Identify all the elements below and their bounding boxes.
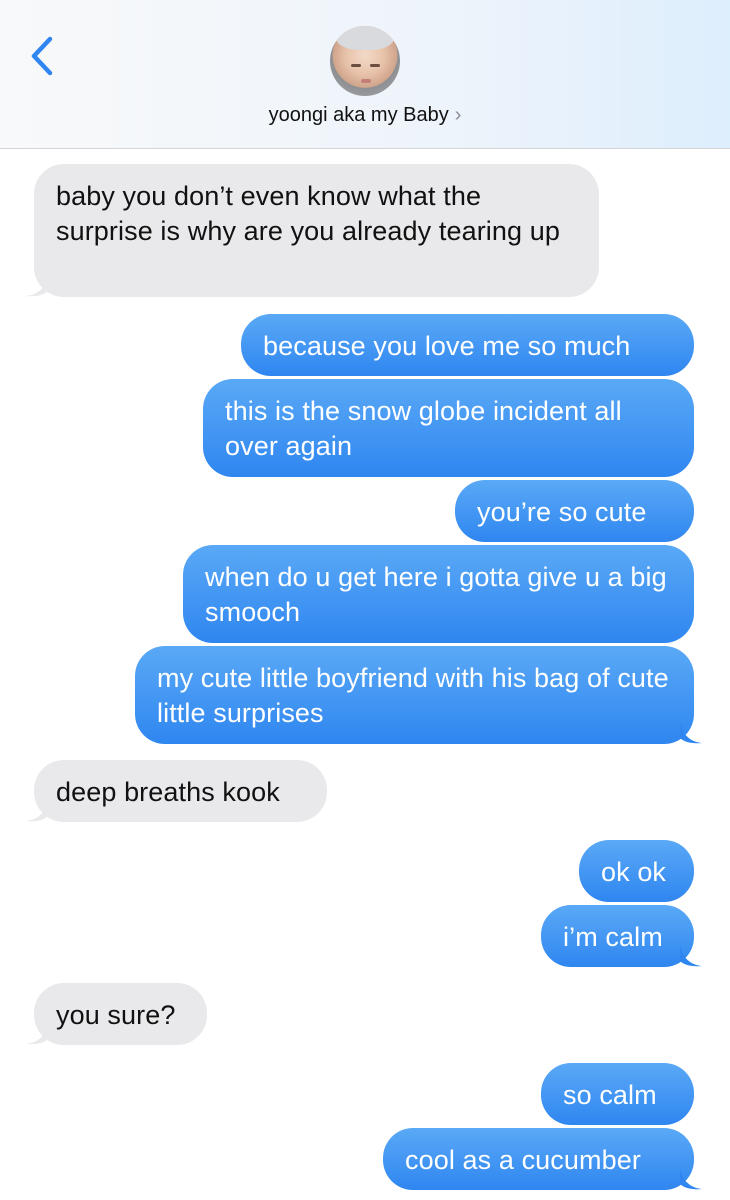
message-bubble-received[interactable]: baby you don’t even know what the surpri… [26, 164, 599, 297]
message-bubble-sent[interactable]: my cute little boyfriend with his bag of… [135, 646, 702, 744]
message-bubble-received[interactable]: you sure? [26, 983, 207, 1045]
message-text: this is the snow globe incident all over… [225, 396, 622, 461]
message-text: i’m calm [563, 922, 663, 952]
chevron-left-icon [31, 36, 53, 76]
message-text: when do u get here i gotta give u a big … [205, 562, 667, 627]
message-text: so calm [563, 1080, 657, 1110]
message-bubble-sent[interactable]: cool as a cucumber [383, 1128, 702, 1190]
message-bubble-received[interactable]: deep breaths kook [26, 760, 327, 822]
message-text: because you love me so much [263, 331, 631, 361]
message-bubble-sent[interactable]: when do u get here i gotta give u a big … [183, 545, 694, 643]
message-bubble-sent[interactable]: this is the snow globe incident all over… [203, 379, 694, 477]
message-text: you’re so cute [477, 497, 647, 527]
message-text: deep breaths kook [56, 777, 280, 807]
message-text: baby you don’t even know what the surpri… [56, 181, 560, 246]
message-bubble-sent[interactable]: so calm [541, 1063, 694, 1125]
message-text: you sure? [56, 1000, 176, 1030]
contact-name-button[interactable]: yoongi aka my Baby › [0, 104, 730, 127]
message-bubble-sent[interactable]: i’m calm [541, 905, 702, 967]
message-text: cool as a cucumber [405, 1145, 641, 1175]
contact-avatar[interactable] [330, 26, 400, 96]
message-text: my cute little boyfriend with his bag of… [157, 663, 669, 728]
chevron-right-icon: › [454, 104, 462, 126]
conversation-header: yoongi aka my Baby › [0, 0, 730, 149]
message-bubble-sent[interactable]: ok ok [579, 840, 694, 902]
message-text: ok ok [601, 857, 667, 887]
contact-name: yoongi aka my Baby [268, 104, 449, 126]
message-bubble-sent[interactable]: you’re so cute [455, 480, 694, 542]
message-thread: baby you don’t even know what the surpri… [0, 148, 730, 1200]
message-bubble-sent[interactable]: because you love me so much [241, 314, 694, 376]
back-button[interactable] [22, 34, 62, 78]
